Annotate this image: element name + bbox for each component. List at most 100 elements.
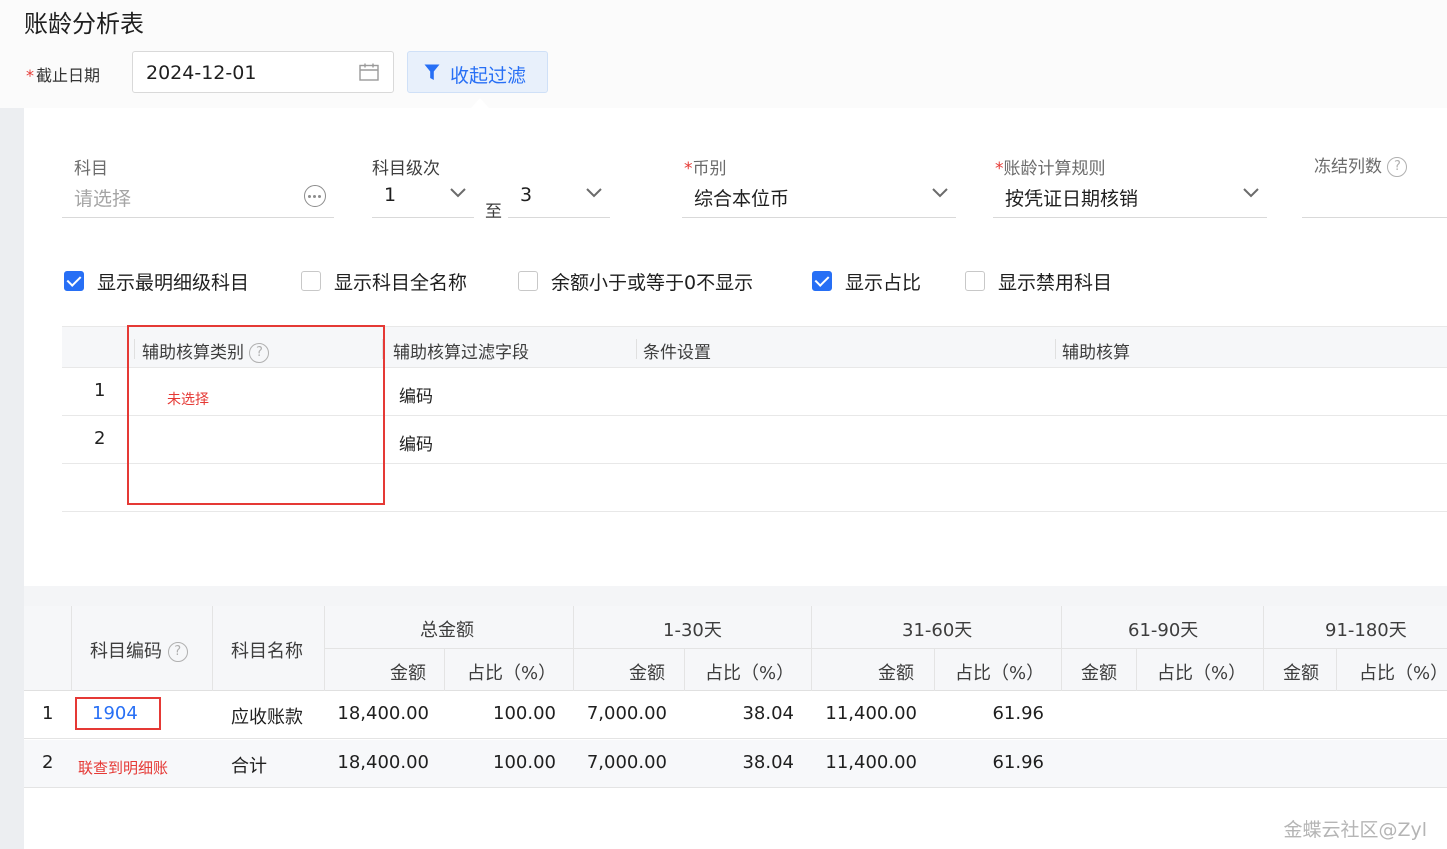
subject-name-cell: 合计: [231, 756, 267, 777]
checkbox-unchecked[interactable]: [518, 271, 538, 291]
column-separator: [212, 606, 213, 691]
collapse-filter-button[interactable]: 收起过滤: [407, 51, 548, 93]
filter-field-cell[interactable]: 编码: [399, 430, 433, 455]
checkbox-label: 显示最明细级科目: [97, 272, 250, 294]
column-separator: [1055, 339, 1056, 359]
d30-amount-cell: 7,000.00: [586, 703, 667, 724]
page-header: 账龄分析表 * 截止日期 2024-12-01 收起过滤: [0, 0, 1447, 108]
row-index: 1: [94, 380, 106, 401]
checkbox-checked[interactable]: [812, 271, 832, 291]
result-table-header: 科目编码 ? 科目名称 总金额 1-30天 31-60天 61-90天 91-1…: [24, 606, 1447, 691]
group-header-61-90: 61-90天: [1128, 620, 1199, 641]
ratio-header: 占比（%）: [1359, 663, 1447, 684]
watermark: 金蝶云社区@Zyl: [1283, 819, 1427, 841]
collapse-filter-label: 收起过滤: [450, 65, 527, 87]
calendar-icon[interactable]: [359, 63, 379, 81]
subject-code-header: 科目编码 ?: [90, 637, 188, 663]
aux-accounting-header: 辅助核算: [1062, 343, 1130, 363]
level-to-select[interactable]: 3: [508, 174, 610, 218]
subject-name-cell: 应收账款: [231, 707, 303, 728]
checkbox-label: 显示科目全名称: [334, 272, 468, 294]
table-row-total[interactable]: 2 合计 18,400.00 100.00 7,000.00 38.04 11,…: [24, 740, 1447, 788]
d30-amount-cell: 7,000.00: [586, 752, 667, 773]
d60-ratio-cell: 61.96: [992, 752, 1044, 773]
d30-ratio-cell: 38.04: [742, 703, 794, 724]
column-separator: [1136, 648, 1137, 691]
column-separator: [444, 648, 445, 691]
left-strip: [0, 108, 24, 849]
aging-rule-select[interactable]: 按凭证日期核销: [993, 174, 1267, 218]
subject-code-header-text: 科目编码: [90, 641, 162, 662]
d60-amount-cell: 11,400.00: [825, 752, 917, 773]
currency-value: 综合本位币: [694, 188, 790, 210]
filter-icon: [424, 64, 440, 80]
condition-header: 条件设置: [643, 343, 711, 363]
subject-name-header: 科目名称: [231, 641, 303, 662]
table-row[interactable]: 1 1904 应收账款 18,400.00 100.00 7,000.00 38…: [24, 691, 1447, 739]
aging-result-table: 科目编码 ? 科目名称 总金额 1-30天 31-60天 61-90天 91-1…: [24, 606, 1447, 849]
row-index: 2: [94, 428, 106, 449]
checkbox-label: 余额小于或等于0不显示: [551, 272, 754, 294]
annotation-box-aux-category: [127, 325, 385, 505]
chevron-down-icon: [586, 188, 602, 198]
level-range-separator: 至: [485, 202, 502, 222]
cutoff-date-label-text: 截止日期: [36, 66, 101, 85]
subject-select[interactable]: 请选择: [62, 174, 334, 218]
d60-ratio-cell: 61.96: [992, 703, 1044, 724]
panel-caret: [471, 98, 489, 108]
header-divider: [324, 648, 1447, 649]
level-from-select[interactable]: 1: [372, 174, 474, 218]
currency-select[interactable]: 综合本位币: [682, 174, 956, 218]
checkbox-unchecked[interactable]: [301, 271, 321, 291]
annotation-unselected: 未选择: [167, 392, 209, 408]
total-amount-cell: 18,400.00: [337, 752, 429, 773]
aging-rule-value: 按凭证日期核销: [1005, 188, 1139, 210]
amount-header: 金额: [1081, 663, 1117, 684]
group-header-31-60: 31-60天: [902, 620, 973, 641]
d60-amount-cell: 11,400.00: [825, 703, 917, 724]
required-mark: *: [26, 66, 34, 85]
group-header-total: 总金额: [420, 620, 474, 641]
column-separator: [934, 648, 935, 691]
column-separator: [1336, 648, 1337, 691]
more-icon[interactable]: [304, 185, 326, 207]
filter-field-cell[interactable]: 编码: [399, 382, 433, 407]
amount-header: 金额: [390, 663, 426, 684]
row-index: 2: [42, 752, 54, 773]
row-index: 1: [42, 703, 54, 724]
d30-ratio-cell: 38.04: [742, 752, 794, 773]
total-amount-cell: 18,400.00: [337, 703, 429, 724]
amount-header: 金额: [878, 663, 914, 684]
checkbox-label: 显示占比: [845, 272, 922, 294]
page-title: 账龄分析表: [24, 10, 144, 38]
level-from-value: 1: [384, 184, 397, 206]
cutoff-date-input[interactable]: 2024-12-01: [132, 51, 394, 93]
cutoff-date-value: 2024-12-01: [146, 62, 257, 84]
group-header-1-30: 1-30天: [663, 620, 722, 641]
ratio-header: 占比（%）: [955, 663, 1045, 684]
amount-header: 金额: [629, 663, 665, 684]
chevron-down-icon: [932, 188, 948, 198]
column-separator: [684, 648, 685, 691]
checkbox-label: 显示禁用科目: [998, 272, 1113, 294]
ratio-header: 占比（%）: [467, 663, 557, 684]
checkbox-unchecked[interactable]: [965, 271, 985, 291]
total-ratio-cell: 100.00: [493, 703, 556, 724]
amount-header: 金额: [1283, 663, 1319, 684]
annotation-box-subject-code: [75, 697, 161, 730]
checkbox-checked[interactable]: [64, 271, 84, 291]
ratio-header: 占比（%）: [1157, 663, 1247, 684]
annotation-link-note: 联查到明细账: [78, 759, 169, 777]
aux-filter-field-header: 辅助核算过滤字段: [393, 343, 529, 363]
total-ratio-cell: 100.00: [493, 752, 556, 773]
freeze-columns-input[interactable]: [1302, 174, 1447, 218]
help-icon[interactable]: ?: [167, 642, 188, 662]
column-separator: [636, 339, 637, 359]
chevron-down-icon: [450, 188, 466, 198]
column-separator: [71, 606, 72, 691]
subject-placeholder: 请选择: [74, 188, 132, 210]
group-header-91-180: 91-180天: [1325, 620, 1407, 641]
level-to-value: 3: [520, 184, 533, 206]
cutoff-date-label: * 截止日期: [26, 62, 100, 86]
ratio-header: 占比（%）: [705, 663, 795, 684]
